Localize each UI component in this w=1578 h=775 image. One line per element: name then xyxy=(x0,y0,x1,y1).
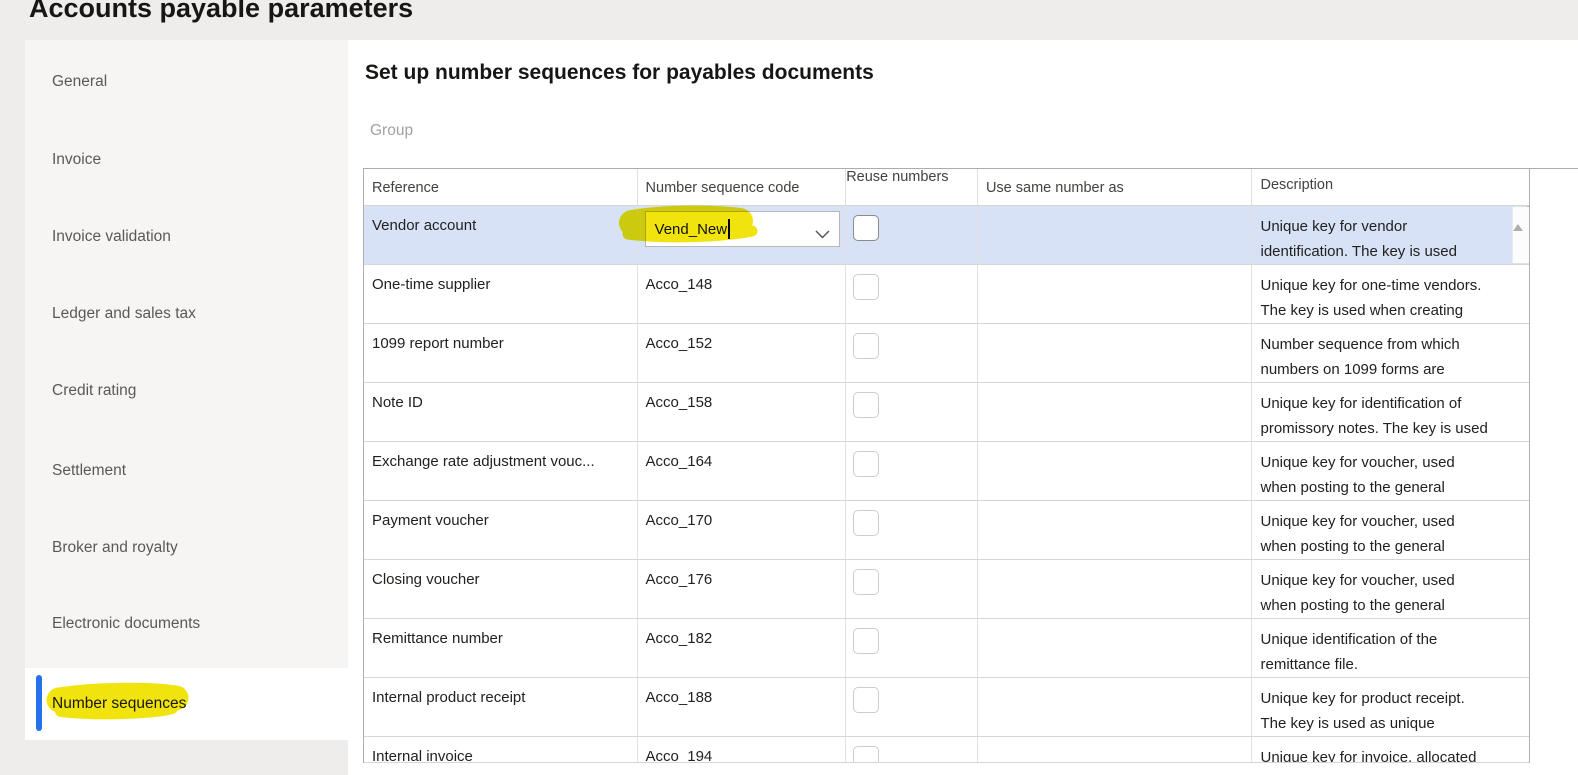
table-row[interactable]: Internal product receipt Acco_188 Unique… xyxy=(364,678,1529,737)
reuse-numbers-checkbox[interactable] xyxy=(853,746,880,763)
table-row[interactable]: Payment voucher Acco_170 Unique key for … xyxy=(364,501,1529,560)
reuse-numbers-checkbox[interactable] xyxy=(853,687,880,713)
reuse-numbers-checkbox[interactable] xyxy=(853,510,880,536)
sidebar-item-invoice[interactable]: Invoice xyxy=(25,124,348,196)
reuse-numbers-checkbox[interactable] xyxy=(853,628,880,654)
description-cell: Unique key for identification of promiss… xyxy=(1260,395,1488,437)
grid-clip-edge xyxy=(364,762,1529,763)
column-header-reuse-numbers[interactable]: Reuse numbers xyxy=(846,169,978,205)
sidebar-item-general[interactable]: General xyxy=(25,46,348,118)
description-scrollbar[interactable] xyxy=(1512,206,1529,263)
reference-cell: Internal invoice xyxy=(372,748,473,763)
sidebar-item-label: Broker and royalty xyxy=(52,539,178,556)
sidebar-item-credit-rating[interactable]: Credit rating xyxy=(25,355,348,427)
description-cell: Unique key for invoice, allocated xyxy=(1260,749,1477,763)
table-row[interactable]: 1099 report number Acco_152 Number seque… xyxy=(364,324,1529,383)
sidebar-item-label: Invoice validation xyxy=(52,228,171,245)
reuse-numbers-checkbox[interactable] xyxy=(853,392,880,418)
reference-cell: Payment voucher xyxy=(372,512,489,529)
sequence-code-cell: Acco_176 xyxy=(645,571,713,588)
sidebar-item-broker-and-royalty[interactable]: Broker and royalty xyxy=(25,512,348,584)
description-cell: Number sequence from which numbers on 10… xyxy=(1260,336,1460,378)
section-heading: Set up number sequences for payables doc… xyxy=(365,61,874,84)
sequence-code-cell: Acco_194 xyxy=(645,748,713,763)
sidebar-item-label: Settlement xyxy=(52,462,127,479)
description-cell: Unique identification of the remittance … xyxy=(1260,631,1438,673)
sidebar-item-electronic-documents[interactable]: Electronic documents xyxy=(25,588,348,660)
sequence-code-cell: Acco_188 xyxy=(645,689,713,706)
column-header-sequence-code[interactable]: Number sequence code xyxy=(638,169,847,205)
sidebar-item-label: Electronic documents xyxy=(52,615,201,632)
table-row[interactable]: Vendor account Vend_New Unique key for v… xyxy=(364,206,1529,265)
description-cell: Unique key for product receipt. The key … xyxy=(1260,690,1465,732)
reuse-numbers-checkbox[interactable] xyxy=(853,215,880,241)
description-cell: Unique key for voucher, used when postin… xyxy=(1260,513,1455,555)
scroll-down-icon[interactable] xyxy=(1523,206,1529,224)
reference-cell: One-time supplier xyxy=(372,276,491,293)
chevron-down-icon[interactable] xyxy=(815,226,830,243)
grid-body: Vendor account Vend_New Unique key for v… xyxy=(364,206,1529,763)
column-header-use-same-number[interactable]: Use same number as xyxy=(978,169,1253,205)
grid-header-row: Reference Number sequence code Reuse num… xyxy=(364,169,1529,206)
reuse-numbers-checkbox[interactable] xyxy=(853,333,880,359)
grid-table: Reference Number sequence code Reuse num… xyxy=(363,169,1530,763)
column-header-reference[interactable]: Reference xyxy=(364,169,638,205)
table-row[interactable]: Internal invoice Acco_194 Unique key for… xyxy=(364,737,1529,763)
sidebar-item-label: Ledger and sales tax xyxy=(52,305,196,322)
main-panel: Set up number sequences for payables doc… xyxy=(348,40,1578,775)
table-row[interactable]: Note ID Acco_158 Unique key for identifi… xyxy=(364,383,1529,442)
reference-cell: Note ID xyxy=(372,394,423,411)
sequence-code-input[interactable]: Vend_New xyxy=(655,221,728,238)
sidebar-item-label: Credit rating xyxy=(52,382,137,399)
sequence-code-cell: Acco_152 xyxy=(645,335,713,352)
sequence-code-cell: Acco_148 xyxy=(645,276,713,293)
reference-cell: Exchange rate adjustment vouc... xyxy=(372,453,595,470)
reference-cell: Closing voucher xyxy=(372,571,480,588)
sequence-code-cell: Acco_164 xyxy=(645,453,713,470)
number-sequences-grid: Reference Number sequence code Reuse num… xyxy=(363,168,1578,763)
sequence-code-cell: Acco_158 xyxy=(645,394,713,411)
reference-cell: Vendor account xyxy=(372,217,477,234)
sidebar-item-ledger-and-sales-tax[interactable]: Ledger and sales tax xyxy=(25,278,348,350)
sidebar-nav: General Invoice Invoice validation Ledge… xyxy=(25,40,348,740)
description-cell: Unique key for voucher, used when postin… xyxy=(1260,572,1455,614)
reuse-numbers-checkbox[interactable] xyxy=(853,451,880,477)
sidebar-item-settlement[interactable]: Settlement xyxy=(25,435,348,507)
group-button[interactable]: Group xyxy=(370,122,413,140)
column-header-description[interactable]: Description xyxy=(1252,169,1529,205)
description-cell: Unique key for voucher, used when postin… xyxy=(1260,454,1455,496)
sequence-code-combobox[interactable]: Vend_New xyxy=(644,211,840,247)
page-title: Accounts payable parameters xyxy=(29,0,414,23)
description-cell: Unique key for one-time vendors. The key… xyxy=(1260,277,1482,319)
table-row[interactable]: Exchange rate adjustment vouc... Acco_16… xyxy=(364,442,1529,501)
table-row[interactable]: Remittance number Acco_182 Unique identi… xyxy=(364,619,1529,678)
reference-cell: 1099 report number xyxy=(372,335,504,352)
sidebar-item-number-sequences[interactable]: Number sequences xyxy=(25,668,348,740)
sequence-code-cell: Acco_182 xyxy=(645,630,713,647)
reuse-numbers-checkbox[interactable] xyxy=(853,569,880,595)
reference-cell: Remittance number xyxy=(372,630,503,647)
table-row[interactable]: One-time supplier Acco_148 Unique key fo… xyxy=(364,265,1529,324)
sequence-code-cell: Acco_170 xyxy=(645,512,713,529)
sidebar-item-invoice-validation[interactable]: Invoice validation xyxy=(25,201,348,273)
sidebar-item-label: General xyxy=(52,73,108,90)
table-row[interactable]: Closing voucher Acco_176 Unique key for … xyxy=(364,560,1529,619)
description-cell: Unique key for vendor identification. Th… xyxy=(1260,218,1457,260)
scroll-up-icon[interactable] xyxy=(1513,207,1524,231)
reference-cell: Internal product receipt xyxy=(372,689,526,706)
sidebar-item-label: Invoice xyxy=(52,151,102,168)
reuse-numbers-checkbox[interactable] xyxy=(853,274,880,300)
text-cursor xyxy=(728,219,730,239)
sidebar-item-label: Number sequences xyxy=(52,695,187,712)
